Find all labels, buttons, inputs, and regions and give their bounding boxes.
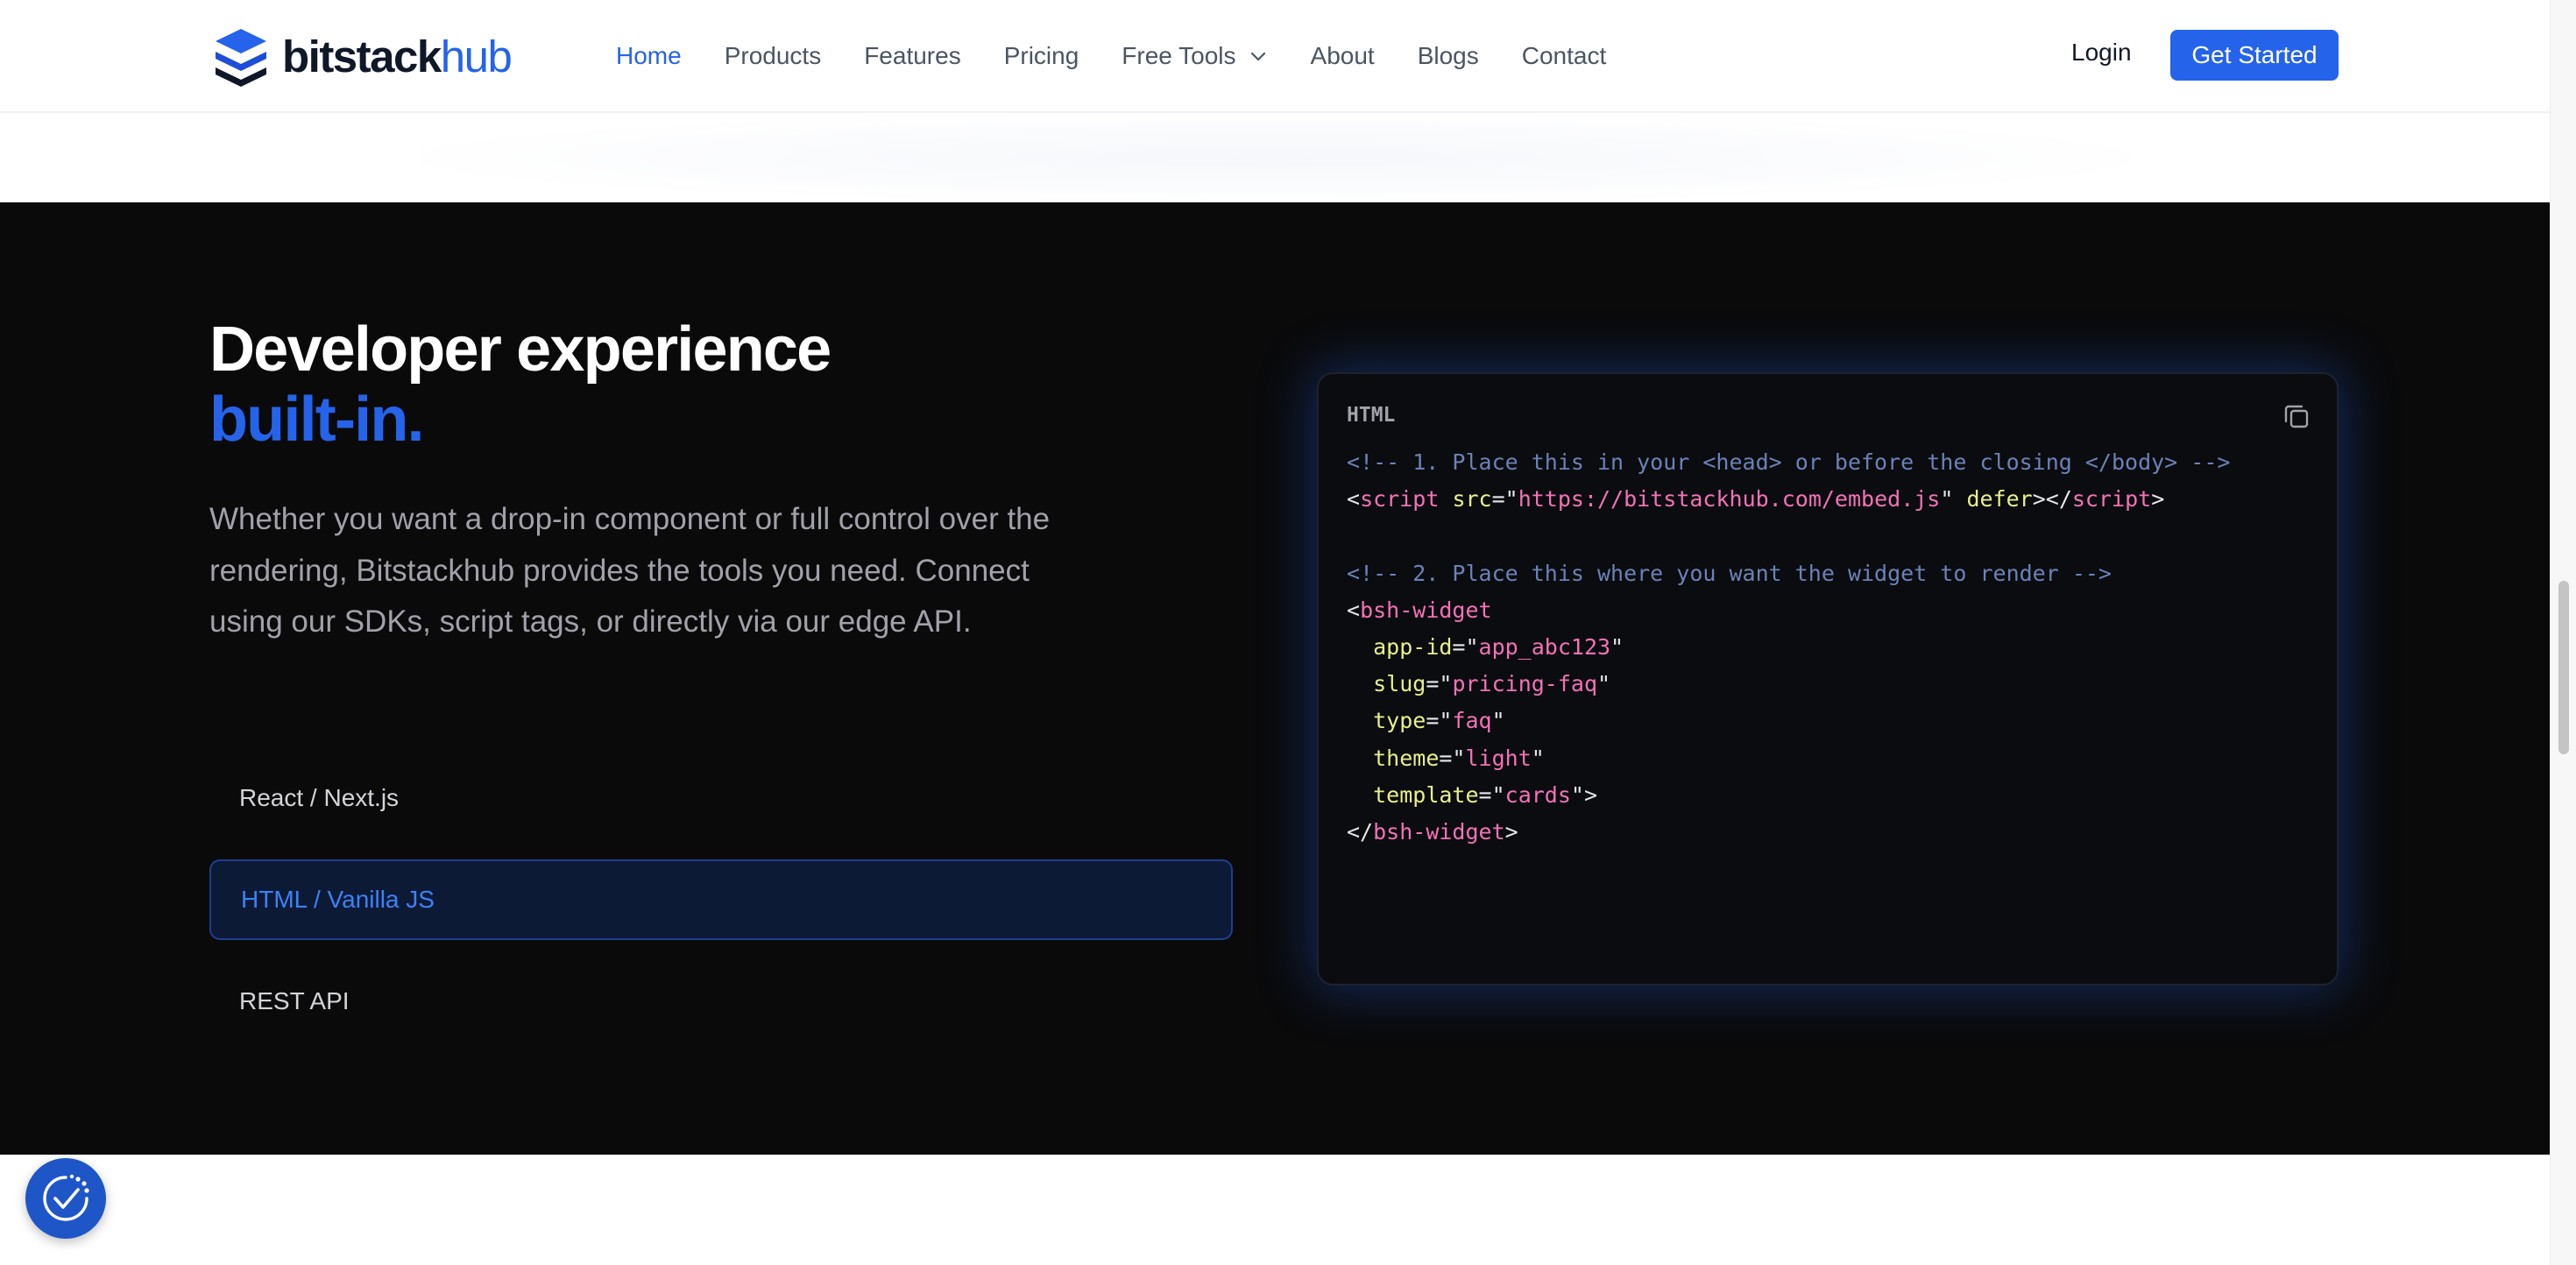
tab-html-vanilla-js[interactable]: HTML / Vanilla JS [209,859,1233,940]
nav-about[interactable]: About [1311,42,1375,70]
nav-home[interactable]: Home [616,42,682,70]
nav-free-tools[interactable]: Free Tools [1122,42,1267,70]
stacked-layers-icon [216,29,266,87]
code-tag: bsh-widget [1373,819,1505,845]
tab-react-nextjs[interactable]: React / Next.js [209,758,1233,838]
logo-wordmark: bitstackhub [282,31,513,81]
check-shield-icon [43,1174,89,1221]
code-comment: <!-- 2. Place this where you want the wi… [1347,560,2112,586]
developer-section: Developer experience built-in. Whether y… [0,202,2550,1155]
nav-products[interactable]: Products [725,42,822,70]
site-header: bitstackhub Home Products Features Prici… [0,0,2550,113]
code-string: faq [1452,708,1492,734]
get-started-button[interactable]: Get Started [2170,30,2339,81]
section-description: Whether you want a drop-in component or … [209,502,1051,639]
logo[interactable]: bitstackhub [210,25,513,88]
copy-icon[interactable] [2281,400,2312,432]
tab-rest-api[interactable]: REST API [209,961,1233,1042]
code-comment: <!-- 1. Place this in your <head> or bef… [1347,449,2231,475]
section-title-accent: built-in. [209,385,425,455]
nav-blogs[interactable]: Blogs [1418,42,1479,70]
code-attr: src [1452,486,1492,512]
page-scrollbar[interactable] [2550,0,2576,1265]
code-attr: theme [1373,745,1440,771]
code-attr: defer [1966,486,2033,512]
code-string: cards [1504,781,1571,808]
code-block[interactable]: <!-- 1. Place this in your <head> or bef… [1347,444,2230,851]
code-attr: app-id [1373,634,1453,661]
floating-trust-badge[interactable] [25,1158,106,1239]
code-tag: script [2071,486,2152,512]
code-language-label: HTML [1347,404,1396,427]
nav-pricing[interactable]: Pricing [1004,42,1079,70]
code-string: light [1465,745,1532,771]
nav-contact[interactable]: Contact [1522,42,1607,70]
section-divider-glow [421,113,2129,202]
main-nav: Home Products Features Pricing Free Tool… [616,39,1649,74]
nav-features[interactable]: Features [864,42,961,70]
scrollbar-thumb[interactable] [2558,581,2569,754]
code-panel: HTML <!-- 1. Place this in your <head> o… [1317,372,2339,986]
code-string: app_abc123 [1478,634,1611,661]
nav-free-tools-label: Free Tools [1122,42,1236,69]
code-attr: type [1373,708,1426,734]
code-string: https://bitstackhub.com/embed.js [1518,486,1941,512]
code-attr: slug [1373,671,1426,697]
code-attr: template [1373,781,1479,808]
code-tag: bsh-widget [1360,597,1492,623]
chevron-down-icon [1250,52,1265,61]
code-tag: script [1360,486,1440,512]
section-title: Developer experience [209,314,832,385]
login-link[interactable]: Login [2071,39,2132,67]
code-string: pricing-faq [1452,671,1598,697]
